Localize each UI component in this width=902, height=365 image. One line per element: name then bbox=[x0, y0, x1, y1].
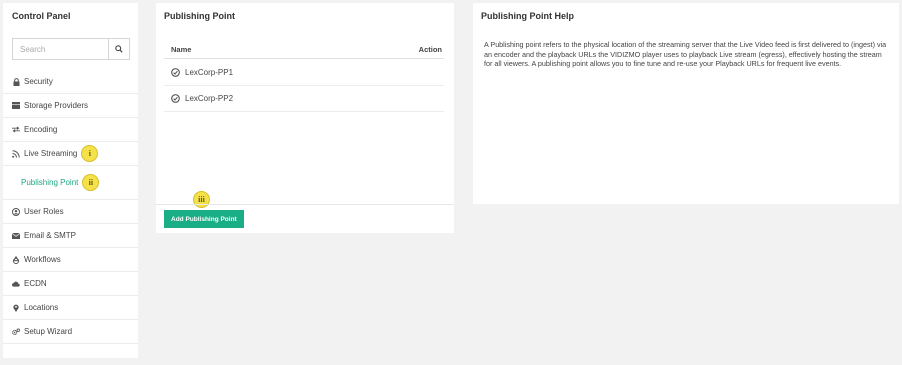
sidebar-item-label: Setup Wizard bbox=[24, 327, 73, 336]
panel-title: Publishing Point bbox=[164, 11, 235, 21]
sidebar-item-email-smtp[interactable]: Email & SMTP bbox=[3, 224, 138, 248]
add-publishing-point-button[interactable]: Add Publishing Point bbox=[164, 210, 244, 228]
control-panel-sidebar: Control Panel Security Storage Providers… bbox=[3, 3, 138, 358]
database-icon bbox=[12, 102, 20, 110]
sidebar-item-encoding[interactable]: Encoding bbox=[3, 118, 138, 142]
callout-badge-i: i bbox=[81, 145, 99, 162]
sidebar-item-label: Security bbox=[24, 77, 53, 86]
column-action-header: Action bbox=[418, 45, 442, 54]
table-header: Name Action bbox=[164, 41, 444, 59]
help-title: Publishing Point Help bbox=[481, 11, 574, 21]
sidebar-item-publishing-point[interactable]: Publishing Point ii bbox=[3, 166, 138, 200]
sidebar-item-label: Publishing Point bbox=[21, 178, 79, 187]
sidebar-item-locations[interactable]: Locations bbox=[3, 296, 138, 320]
sidebar-item-label: Live Streaming bbox=[24, 149, 78, 158]
table-row[interactable]: LexCorp-PP2 bbox=[164, 86, 444, 112]
recycle-icon bbox=[12, 255, 20, 264]
cloud-icon bbox=[12, 280, 20, 288]
sidebar-item-label: Workflows bbox=[24, 255, 61, 264]
publishing-point-help-panel: Publishing Point Help A Publishing point… bbox=[473, 3, 899, 204]
sidebar-item-label: ECDN bbox=[24, 279, 47, 288]
search-icon bbox=[115, 45, 123, 53]
sidebar-item-label: User Roles bbox=[24, 207, 64, 216]
sidebar-item-live-streaming[interactable]: Live Streaming i bbox=[3, 142, 138, 166]
help-text: A Publishing point refers to the physica… bbox=[484, 40, 887, 68]
column-name-header: Name bbox=[171, 45, 192, 54]
sidebar-item-ecdn[interactable]: ECDN bbox=[3, 272, 138, 296]
search-button[interactable] bbox=[108, 39, 129, 59]
lock-icon bbox=[12, 77, 20, 86]
callout-badge-ii: ii bbox=[82, 174, 100, 191]
check-circle-icon bbox=[171, 68, 180, 77]
panel-footer: Add Publishing Point bbox=[156, 204, 454, 233]
sidebar-item-setup-wizard[interactable]: Setup Wizard bbox=[3, 320, 138, 344]
publishing-point-name: LexCorp-PP2 bbox=[185, 94, 234, 103]
cogs-icon bbox=[12, 328, 20, 336]
envelope-icon bbox=[12, 232, 20, 240]
check-circle-icon bbox=[171, 94, 180, 103]
sidebar-item-workflows[interactable]: Workflows bbox=[3, 248, 138, 272]
sidebar-nav: Security Storage Providers Encoding Live… bbox=[3, 70, 138, 344]
search-box bbox=[12, 38, 130, 60]
search-input[interactable] bbox=[13, 39, 108, 59]
user-circle-icon bbox=[12, 207, 20, 216]
sidebar-item-storage-providers[interactable]: Storage Providers bbox=[3, 94, 138, 118]
sidebar-item-label: Storage Providers bbox=[24, 101, 89, 110]
sidebar-item-label: Locations bbox=[24, 303, 59, 312]
publishing-point-panel: Publishing Point Name Action LexCorp-PP1… bbox=[156, 3, 454, 233]
exchange-icon bbox=[12, 126, 20, 134]
publishing-point-name: LexCorp-PP1 bbox=[185, 68, 234, 77]
map-pin-icon bbox=[12, 304, 20, 312]
sidebar-title: Control Panel bbox=[12, 11, 71, 21]
rss-icon bbox=[12, 149, 20, 158]
table-row[interactable]: LexCorp-PP1 bbox=[164, 60, 444, 86]
sidebar-item-security[interactable]: Security bbox=[3, 70, 138, 94]
sidebar-item-user-roles[interactable]: User Roles bbox=[3, 200, 138, 224]
sidebar-item-label: Encoding bbox=[24, 125, 58, 134]
sidebar-item-label: Email & SMTP bbox=[24, 231, 77, 240]
